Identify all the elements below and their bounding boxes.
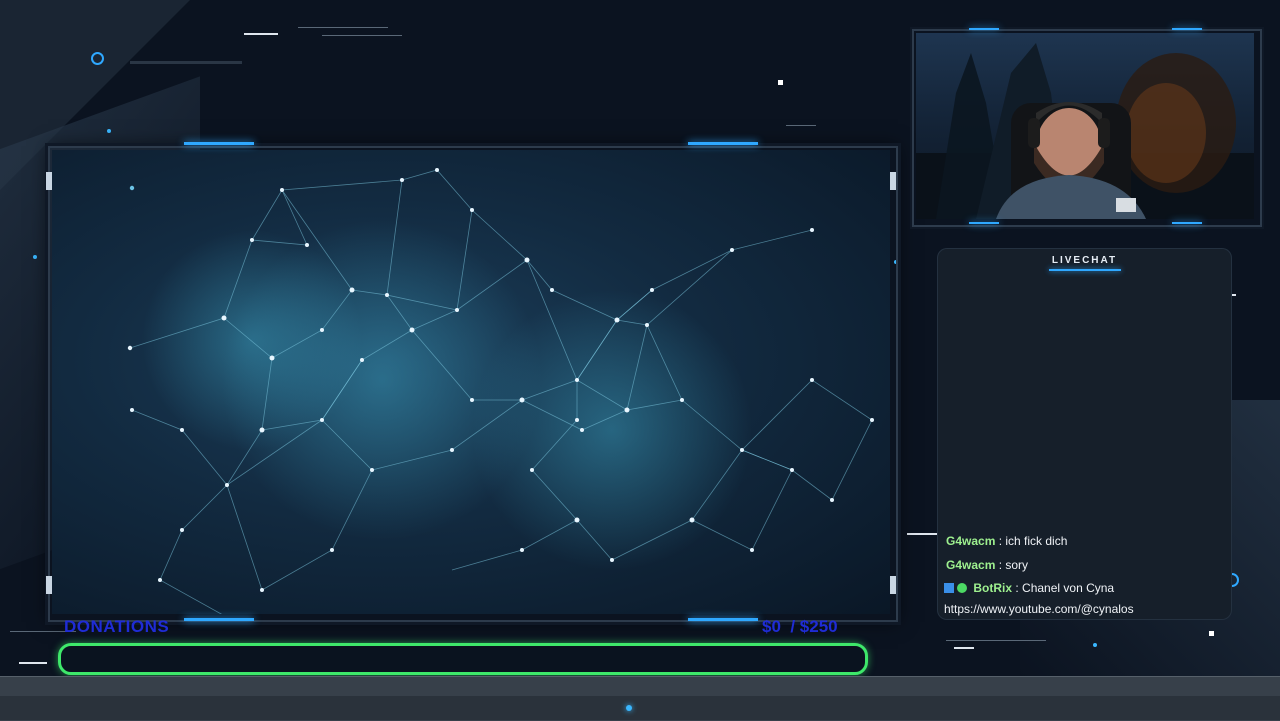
frame-accent <box>688 142 758 145</box>
donation-progress-bar <box>58 643 868 675</box>
network-visualization <box>127 168 874 614</box>
donation-label: DONATIONS <box>64 617 170 636</box>
deco-line <box>954 647 974 649</box>
chat-message: BotRix : Chanel von Cyna <box>944 581 1114 595</box>
frame-accent <box>688 618 758 621</box>
deco-dot <box>778 80 783 85</box>
bottom-bar-inner <box>0 696 1280 720</box>
chat-text: Chanel von Cyna <box>1022 581 1115 595</box>
chat-separator: : <box>995 558 1006 572</box>
game-screen <box>52 150 890 614</box>
webcam-accent <box>969 28 999 30</box>
bot-badge-icon <box>944 583 954 593</box>
frame-corner <box>46 172 52 190</box>
deco-dot <box>33 255 37 259</box>
deco-dot <box>107 129 111 133</box>
frame-accent <box>184 618 254 621</box>
chat-message: https://www.youtube.com/@cynalos <box>944 602 1134 616</box>
chat-separator: : <box>1012 581 1023 595</box>
webcam-accent <box>1172 222 1202 224</box>
webcam-scene <box>916 43 1254 219</box>
livechat-title-underline <box>1049 269 1121 271</box>
chat-text: sory <box>1005 558 1029 572</box>
donation-amount: $0 / $250 <box>762 617 838 636</box>
deco-circuit-line <box>786 125 816 126</box>
webcam-accent <box>1172 28 1202 30</box>
chat-text: ich fick dich <box>1005 534 1068 548</box>
deco-circuit-line <box>322 35 402 36</box>
deco-dot <box>1209 631 1214 636</box>
chat-username: G4wacm <box>946 558 996 572</box>
verified-badge-icon <box>957 583 967 593</box>
deco-ring <box>91 52 104 65</box>
bottom-indicator-dot <box>626 705 632 711</box>
frame-corner <box>890 172 896 190</box>
chat-username: G4wacm <box>946 534 996 548</box>
deco-circuit-line <box>946 640 1046 641</box>
frame-corner <box>890 576 896 594</box>
deco-line <box>19 662 47 664</box>
deco-dot <box>1093 643 1097 647</box>
chat-separator: : <box>995 534 1006 548</box>
chat-message: G4wacm : ich fick dich <box>946 534 1067 548</box>
deco-bar <box>130 61 242 64</box>
chat-username: BotRix <box>973 581 1013 595</box>
deco-line <box>244 33 278 35</box>
webcam-accent <box>969 222 999 224</box>
chat-link[interactable]: https://www.youtube.com/@cynalos <box>944 602 1134 616</box>
frame-corner <box>46 576 52 594</box>
deco-circuit-line <box>298 27 388 28</box>
livechat-title: LIVECHAT <box>1051 255 1118 266</box>
frame-accent <box>184 142 254 145</box>
chat-message: G4wacm : sory <box>946 558 1028 572</box>
webcam-feed <box>916 33 1254 219</box>
